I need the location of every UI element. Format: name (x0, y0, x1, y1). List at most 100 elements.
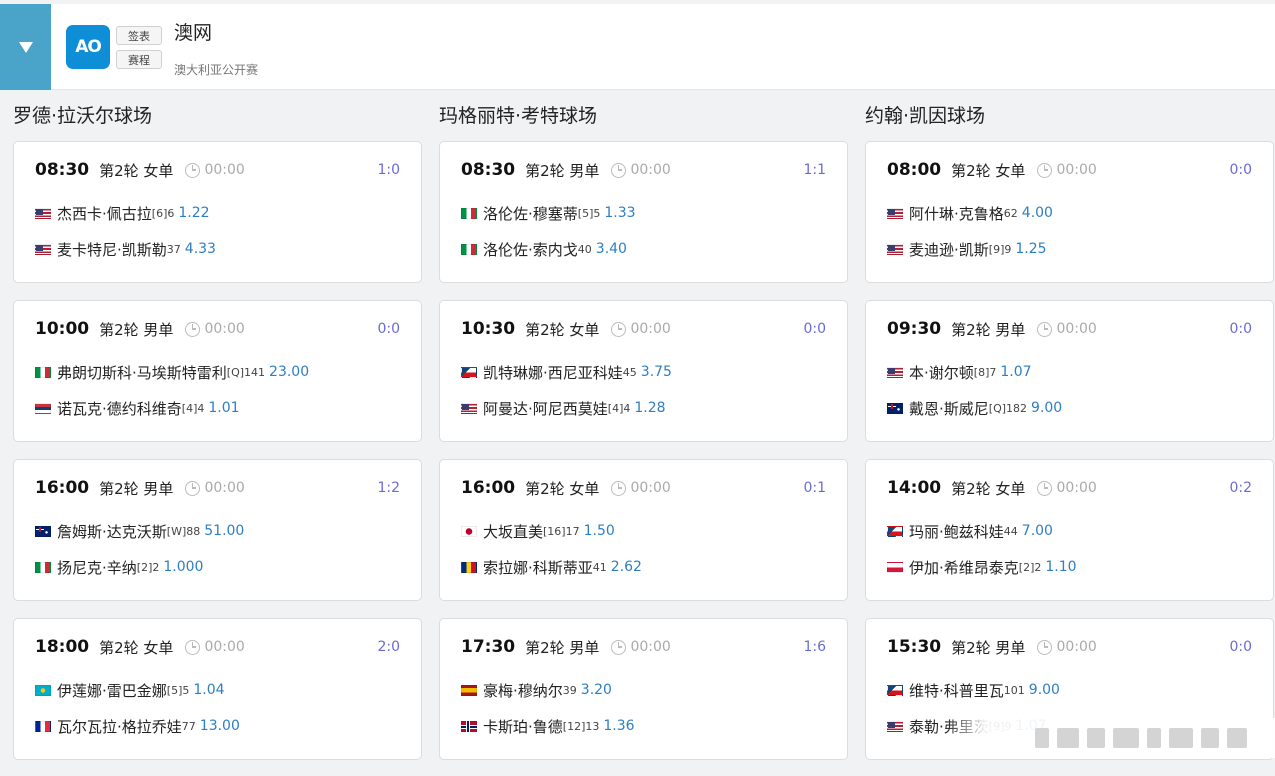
player-row[interactable]: 豪梅·穆纳尔 39 3.20 (461, 679, 612, 701)
match-score: 0:0 (803, 321, 826, 337)
player-row[interactable]: 瓦尔瓦拉·格拉乔娃 77 13.00 (35, 715, 240, 737)
flag-icon (887, 207, 903, 219)
player-row[interactable]: 维特·科普里瓦 101 9.00 (887, 679, 1060, 701)
player-row[interactable]: 詹姆斯·达克沃斯 [W]88 51.00 (35, 520, 244, 542)
player-row[interactable]: 阿什琳·克鲁格 62 4.00 (887, 202, 1053, 224)
player-row[interactable]: 索拉娜·科斯蒂亚 41 2.62 (461, 556, 642, 578)
player-odds[interactable]: 1.000 (163, 559, 203, 575)
match-card[interactable]: 08:00 第2轮 女单 00:00 0:0 阿什琳·克鲁格 62 4.00 麦迪逊·凯斯 [9… (865, 141, 1274, 283)
player-odds[interactable]: 1.07 (1000, 364, 1031, 380)
match-time: 17:30 (461, 637, 516, 657)
match-clock: 00:00 (204, 321, 245, 337)
player-odds[interactable]: 3.20 (581, 682, 612, 698)
match-clock: 00:00 (204, 480, 245, 496)
player-row[interactable]: 伊加·希维昂泰克 [2]2 1.10 (887, 556, 1077, 578)
player-seed: 40 (577, 242, 592, 256)
player-row[interactable]: 杰西卡·佩古拉 [6]6 1.22 (35, 202, 210, 224)
player-row[interactable]: 麦卡特尼·凯斯勒 37 4.33 (35, 238, 216, 260)
flag-icon (887, 243, 903, 255)
clock-icon (185, 480, 201, 496)
player-odds[interactable]: 1.28 (634, 400, 665, 416)
flag-icon (461, 207, 477, 219)
player-row[interactable]: 玛丽·鲍兹科娃 44 7.00 (887, 520, 1053, 542)
player-name: 洛伦佐·穆塞蒂 (483, 204, 578, 223)
match-clock: 00:00 (630, 162, 671, 178)
player-odds[interactable]: 4.33 (185, 241, 216, 257)
player-odds[interactable]: 23.00 (269, 364, 309, 380)
player-row[interactable]: 戴恩·斯威尼 [Q]182 9.00 (887, 397, 1062, 419)
player-odds[interactable]: 9.00 (1031, 400, 1062, 416)
player-name: 阿曼达·阿尼西莫娃 (483, 399, 608, 418)
match-card[interactable]: 18:00 第2轮 女单 00:00 2:0 伊莲娜·雷巴金娜 [5]5 1.04 瓦尔瓦拉·… (13, 618, 422, 760)
player-seed: [2]2 (136, 560, 160, 574)
player-row[interactable]: 洛伦佐·索内戈 40 3.40 (461, 238, 627, 260)
player-odds[interactable]: 1.10 (1045, 559, 1076, 575)
player-odds[interactable]: 3.40 (596, 241, 627, 257)
court-column: 罗德·拉沃尔球场 08:30 第2轮 女单 00:00 1:0 杰西卡·佩古拉 [6]6 1.… (13, 103, 422, 776)
match-card[interactable]: 08:30 第2轮 男单 00:00 1:1 洛伦佐·穆塞蒂 [5]5 1.33 洛伦佐·索内… (439, 141, 848, 283)
match-card[interactable]: 09:30 第2轮 男单 00:00 0:0 本·谢尔顿 [8]7 1.07 戴恩·斯威尼 [Q… (865, 300, 1274, 442)
match-clock: 00:00 (1056, 480, 1097, 496)
player-odds[interactable]: 1.33 (604, 205, 635, 221)
player-row[interactable]: 麦迪逊·凯斯 [9]9 1.25 (887, 238, 1047, 260)
match-card[interactable]: 14:00 第2轮 女单 00:00 0:2 玛丽·鲍兹科娃 44 7.00 伊加·希维昂泰克… (865, 459, 1274, 601)
ao-logo: AO (66, 25, 110, 69)
player-row[interactable]: 大坂直美 [16]17 1.50 (461, 520, 615, 542)
player-row[interactable]: 扬尼克·辛纳 [2]2 1.000 (35, 556, 203, 578)
clock-icon (185, 321, 201, 337)
draw-button[interactable]: 签表 (116, 26, 162, 45)
player-odds[interactable]: 1.22 (178, 205, 209, 221)
player-name: 阿什琳·克鲁格 (909, 204, 1004, 223)
match-round: 第2轮 女单 (951, 161, 1026, 180)
match-time: 14:00 (887, 478, 942, 498)
player-odds[interactable]: 2.62 (611, 559, 642, 575)
match-card[interactable]: 16:00 第2轮 男单 00:00 1:2 詹姆斯·达克沃斯 [W]88 51.00 扬尼克… (13, 459, 422, 601)
competition-title: 澳网 (174, 22, 213, 44)
player-odds[interactable]: 1.01 (208, 400, 239, 416)
player-row[interactable]: 诺瓦克·德约科维奇 [4]4 1.01 (35, 397, 240, 419)
player-row[interactable]: 伊莲娜·雷巴金娜 [5]5 1.04 (35, 679, 225, 701)
schedule-button[interactable]: 赛程 (116, 50, 162, 69)
clock-icon (185, 162, 201, 178)
match-round: 第2轮 女单 (525, 320, 600, 339)
player-row[interactable]: 洛伦佐·穆塞蒂 [5]5 1.33 (461, 202, 636, 224)
player-odds[interactable]: 1.04 (193, 682, 224, 698)
clock-icon (1037, 162, 1053, 178)
match-card[interactable]: 10:00 第2轮 男单 00:00 0:0 弗朗切斯科·马埃斯特雷利 [Q]141 23.… (13, 300, 422, 442)
player-odds[interactable]: 1.36 (603, 718, 634, 734)
player-odds[interactable]: 9.00 (1029, 682, 1060, 698)
player-row[interactable]: 卡斯珀·鲁德 [12]13 1.36 (461, 715, 635, 737)
match-header: 18:00 第2轮 女单 00:00 2:0 (35, 635, 400, 659)
player-row[interactable]: 本·谢尔顿 [8]7 1.07 (887, 361, 1032, 383)
flag-icon (461, 402, 477, 414)
player-row[interactable]: 阿曼达·阿尼西莫娃 [4]4 1.28 (461, 397, 666, 419)
player-odds[interactable]: 3.75 (641, 364, 672, 380)
flag-icon (461, 720, 477, 732)
match-score: 0:0 (1229, 321, 1252, 337)
match-card[interactable]: 17:30 第2轮 男单 00:00 1:6 豪梅·穆纳尔 39 3.20 卡斯珀·鲁德 [12… (439, 618, 848, 760)
match-card[interactable]: 16:00 第2轮 女单 00:00 0:1 大坂直美 [16]17 1.50 索拉娜·科斯蒂… (439, 459, 848, 601)
flag-icon (35, 366, 51, 378)
match-header: 15:30 第2轮 男单 00:00 0:0 (887, 635, 1252, 659)
player-name: 维特·科普里瓦 (909, 681, 1004, 700)
match-round: 第2轮 女单 (525, 479, 600, 498)
player-odds[interactable]: 13.00 (200, 718, 240, 734)
match-card[interactable]: 08:30 第2轮 女单 00:00 1:0 杰西卡·佩古拉 [6]6 1.22 麦卡特尼·凯… (13, 141, 422, 283)
player-row[interactable]: 凯特琳娜·西尼亚科娃 45 3.75 (461, 361, 672, 383)
match-score: 0:2 (1229, 480, 1252, 496)
player-seed: [4]4 (181, 401, 205, 415)
player-odds[interactable]: 4.00 (1022, 205, 1053, 221)
match-round: 第2轮 男单 (99, 479, 174, 498)
player-odds[interactable]: 51.00 (204, 523, 244, 539)
player-seed: 101 (1003, 683, 1025, 697)
player-seed: 45 (622, 365, 637, 379)
player-row[interactable]: 弗朗切斯科·马埃斯特雷利 [Q]141 23.00 (35, 361, 309, 383)
match-card[interactable]: 10:30 第2轮 女单 00:00 0:0 凯特琳娜·西尼亚科娃 45 3.75 阿曼达·阿… (439, 300, 848, 442)
player-odds[interactable]: 7.00 (1022, 523, 1053, 539)
player-odds[interactable]: 1.50 (584, 523, 615, 539)
collapse-toggle-button[interactable] (0, 4, 51, 90)
player-odds[interactable]: 1.25 (1015, 241, 1046, 257)
match-score: 1:1 (803, 162, 826, 178)
match-time: 08:00 (887, 160, 942, 180)
player-name: 伊加·希维昂泰克 (909, 558, 1019, 577)
